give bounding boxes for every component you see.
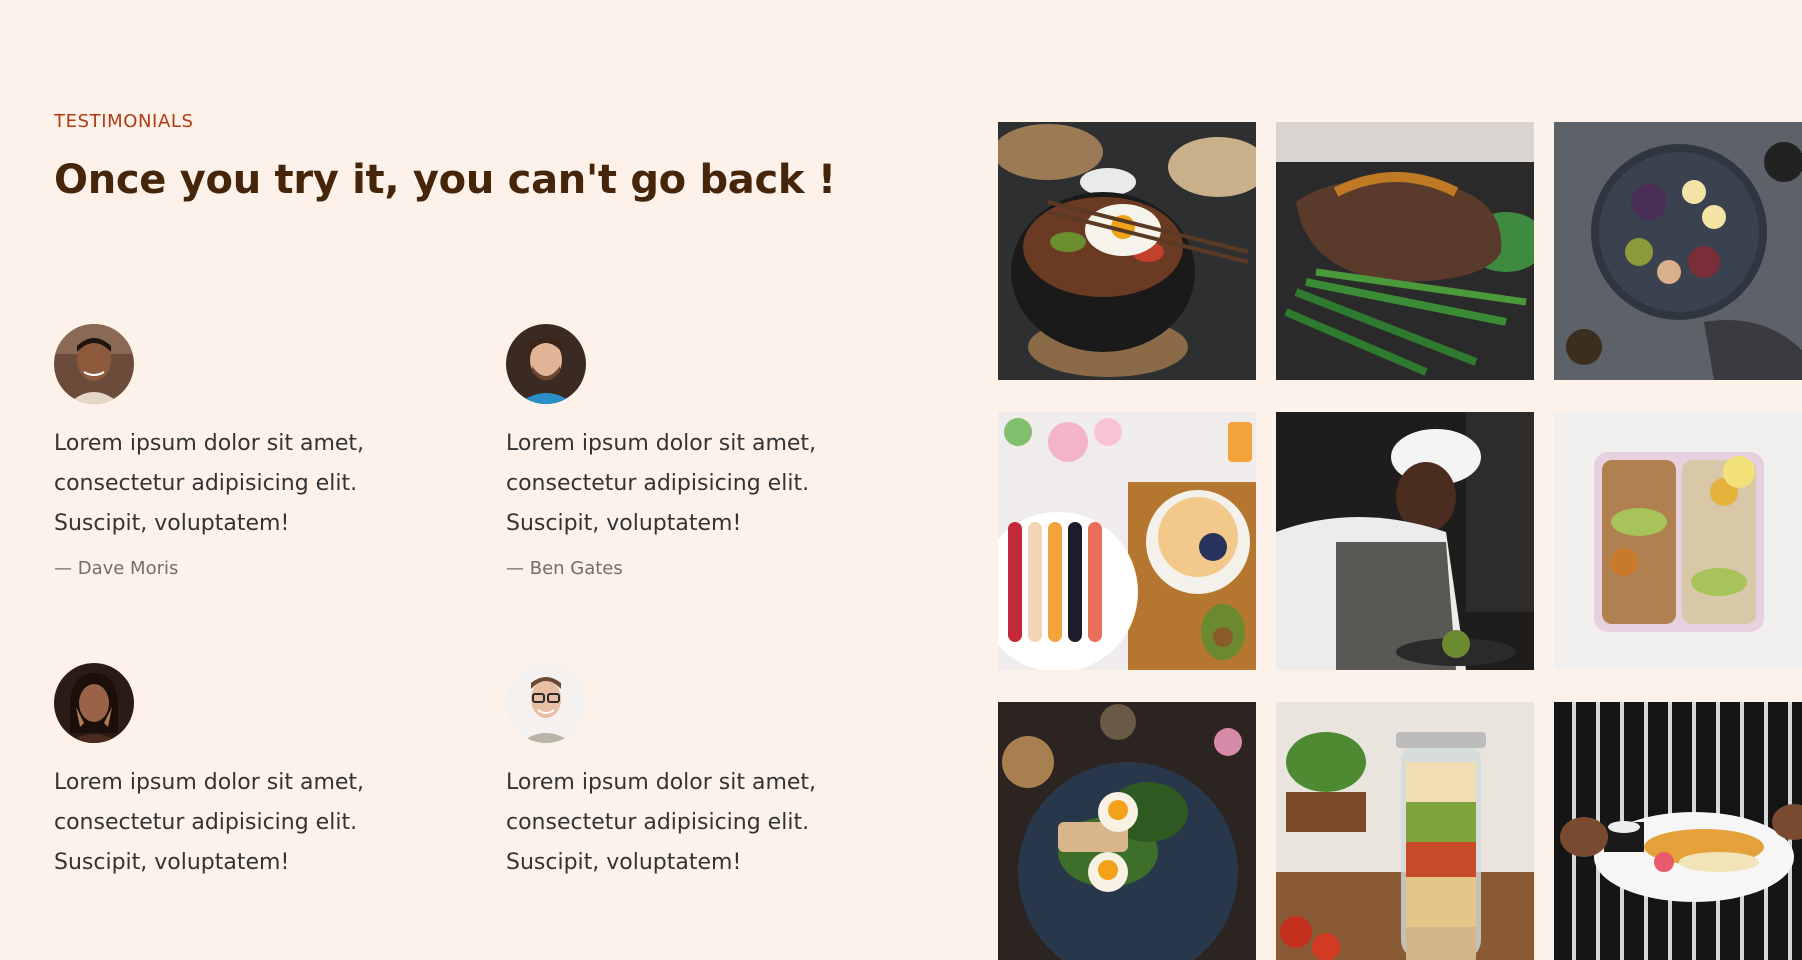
avatar-ben-gates: [506, 324, 586, 404]
served-plate-photo[interactable]: [1554, 702, 1802, 960]
quote-line: Suscipit, voluptatem!: [506, 850, 742, 875]
quote-line: consectetur adipisicing elit.: [506, 471, 810, 496]
section-subheading: TESTIMONIALS: [54, 111, 194, 132]
section-heading: Once you try it, you can't go back !: [54, 157, 836, 203]
avatar-testimonial-3: [54, 663, 134, 743]
avatar-testimonial-4: [506, 663, 586, 743]
platter-photo[interactable]: [1554, 122, 1802, 380]
bibimbap-photo[interactable]: [998, 122, 1256, 380]
steak-photo[interactable]: [1276, 122, 1534, 380]
testimonial-card: Lorem ipsum dolor sit amet, consectetur …: [506, 324, 906, 579]
testimonial-card: Lorem ipsum dolor sit amet, consectetur …: [506, 663, 906, 883]
quote-line: Lorem ipsum dolor sit amet,: [54, 431, 365, 456]
quote-line: consectetur adipisicing elit.: [54, 471, 358, 496]
quote-line: Suscipit, voluptatem!: [54, 850, 290, 875]
quote-line: consectetur adipisicing elit.: [54, 810, 358, 835]
testimonial-author: — Ben Gates: [506, 558, 623, 579]
quote-line: Suscipit, voluptatem!: [54, 511, 290, 536]
quote-line: Lorem ipsum dolor sit amet,: [506, 431, 817, 456]
chef-photo[interactable]: [1276, 412, 1534, 670]
quote-line: consectetur adipisicing elit.: [506, 810, 810, 835]
fruit-bowl-photo[interactable]: [998, 412, 1256, 670]
testimonial-author: — Dave Moris: [54, 558, 179, 579]
testimonial-card: Lorem ipsum dolor sit amet, consectetur …: [54, 663, 454, 883]
avatar-dave-moris: [54, 324, 134, 404]
jar-salad-photo[interactable]: [1276, 702, 1534, 960]
quote-line: Lorem ipsum dolor sit amet,: [506, 770, 817, 795]
salad-plate-photo[interactable]: [998, 702, 1256, 960]
quote-line: Suscipit, voluptatem!: [506, 511, 742, 536]
testimonial-card: Lorem ipsum dolor sit amet, consectetur …: [54, 324, 454, 579]
quote-line: Lorem ipsum dolor sit amet,: [54, 770, 365, 795]
meal-prep-photo[interactable]: [1554, 412, 1802, 670]
